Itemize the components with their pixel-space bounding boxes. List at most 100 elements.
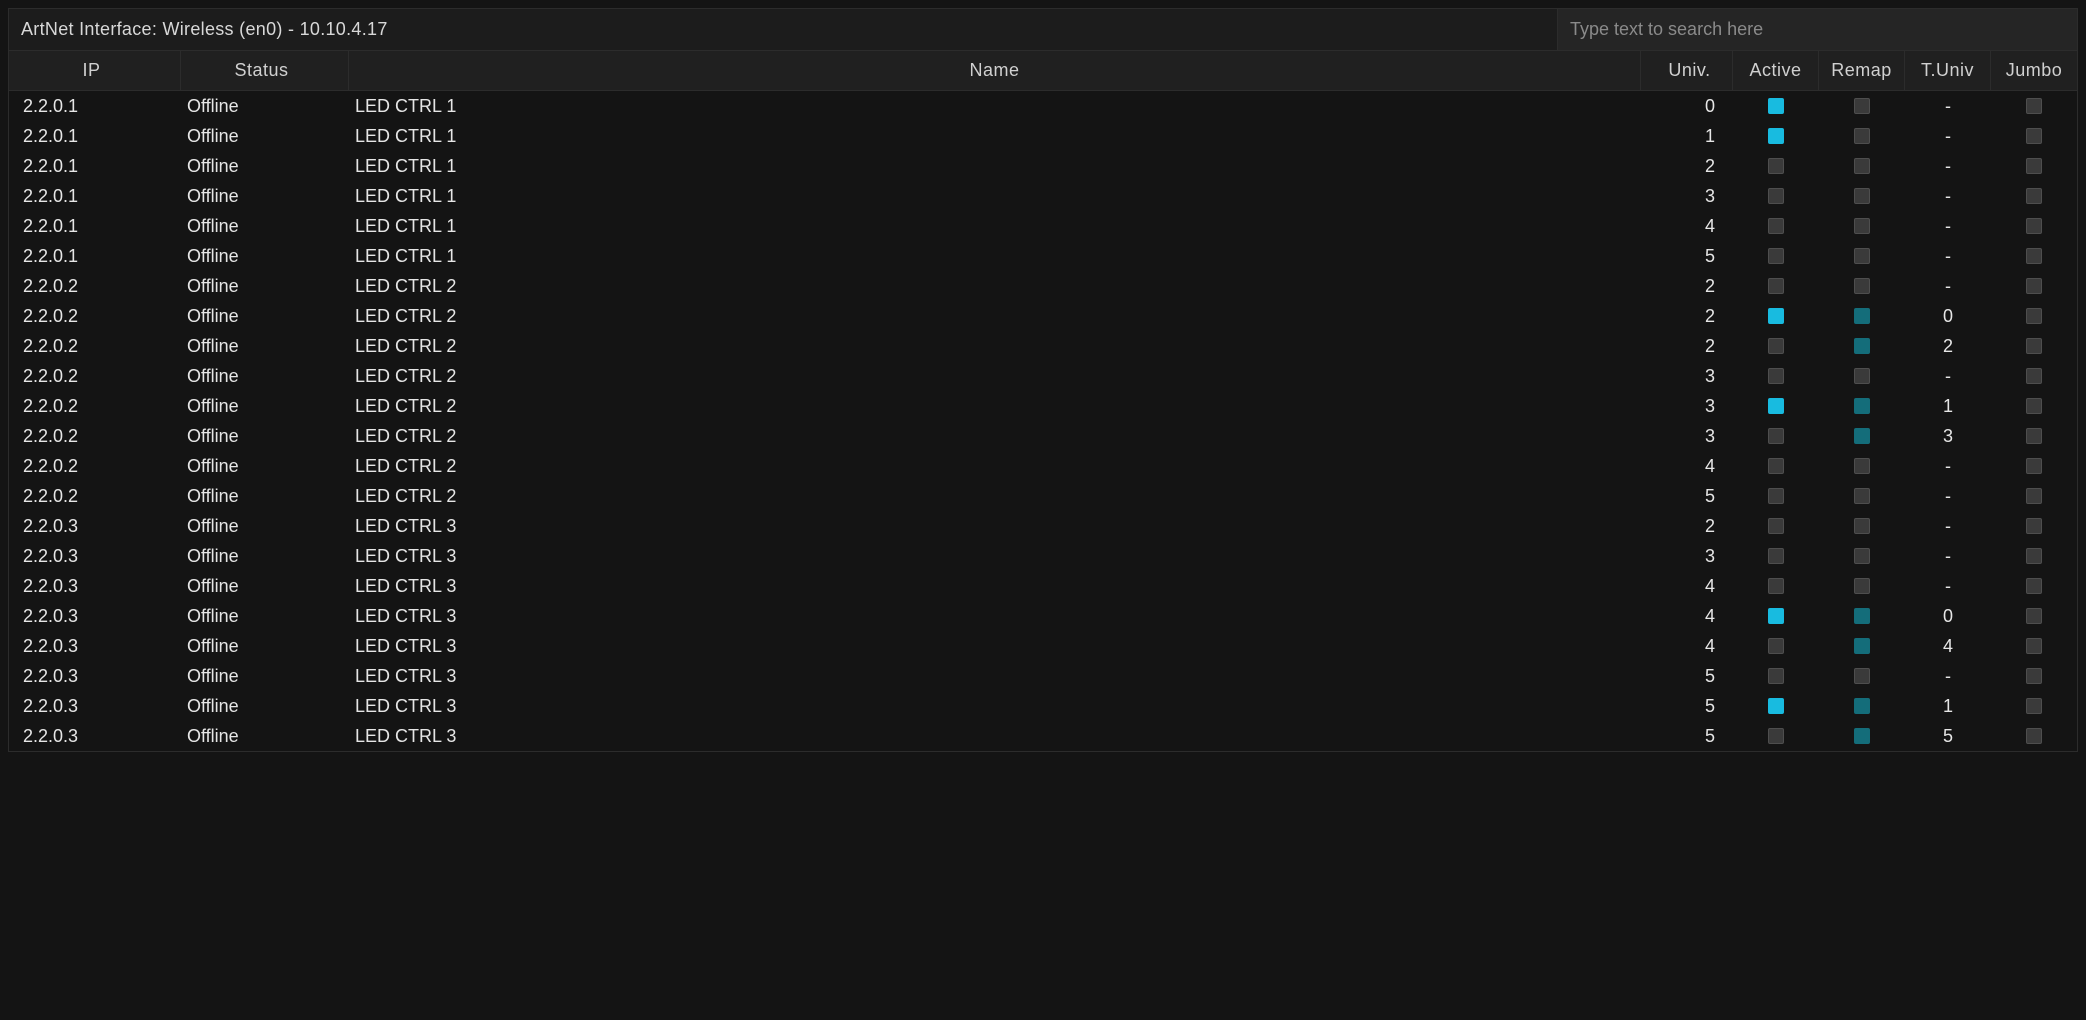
active-checkbox[interactable] (1768, 608, 1784, 624)
remap-checkbox[interactable] (1854, 338, 1870, 354)
jumbo-checkbox[interactable] (2026, 398, 2042, 414)
active-checkbox[interactable] (1768, 518, 1784, 534)
table-row[interactable]: 2.2.0.1OfflineLED CTRL 14- (9, 211, 2077, 241)
active-checkbox[interactable] (1768, 668, 1784, 684)
remap-checkbox[interactable] (1854, 428, 1870, 444)
jumbo-checkbox[interactable] (2026, 368, 2042, 384)
active-checkbox[interactable] (1768, 278, 1784, 294)
table-row[interactable]: 2.2.0.3OfflineLED CTRL 351 (9, 691, 2077, 721)
remap-checkbox[interactable] (1854, 278, 1870, 294)
active-checkbox[interactable] (1768, 728, 1784, 744)
remap-checkbox[interactable] (1854, 698, 1870, 714)
table-row[interactable]: 2.2.0.2OfflineLED CTRL 233 (9, 421, 2077, 451)
jumbo-checkbox[interactable] (2026, 308, 2042, 324)
active-checkbox[interactable] (1768, 488, 1784, 504)
active-checkbox[interactable] (1768, 398, 1784, 414)
table-row[interactable]: 2.2.0.3OfflineLED CTRL 340 (9, 601, 2077, 631)
col-ip[interactable]: IP (9, 51, 181, 90)
active-checkbox[interactable] (1768, 98, 1784, 114)
remap-checkbox[interactable] (1854, 98, 1870, 114)
col-status[interactable]: Status (181, 51, 349, 90)
table-row[interactable]: 2.2.0.3OfflineLED CTRL 32- (9, 511, 2077, 541)
jumbo-checkbox[interactable] (2026, 608, 2042, 624)
table-row[interactable]: 2.2.0.1OfflineLED CTRL 13- (9, 181, 2077, 211)
table-row[interactable]: 2.2.0.1OfflineLED CTRL 11- (9, 121, 2077, 151)
remap-checkbox[interactable] (1854, 188, 1870, 204)
active-checkbox[interactable] (1768, 428, 1784, 444)
table-row[interactable]: 2.2.0.3OfflineLED CTRL 355 (9, 721, 2077, 751)
jumbo-checkbox[interactable] (2026, 458, 2042, 474)
jumbo-checkbox[interactable] (2026, 728, 2042, 744)
jumbo-checkbox[interactable] (2026, 428, 2042, 444)
jumbo-checkbox[interactable] (2026, 278, 2042, 294)
active-checkbox[interactable] (1768, 158, 1784, 174)
jumbo-checkbox[interactable] (2026, 248, 2042, 264)
table-row[interactable]: 2.2.0.1OfflineLED CTRL 10- (9, 91, 2077, 121)
active-checkbox[interactable] (1768, 638, 1784, 654)
remap-checkbox[interactable] (1854, 308, 1870, 324)
active-checkbox[interactable] (1768, 458, 1784, 474)
table-row[interactable]: 2.2.0.3OfflineLED CTRL 34- (9, 571, 2077, 601)
table-row[interactable]: 2.2.0.2OfflineLED CTRL 25- (9, 481, 2077, 511)
active-cell (1733, 481, 1819, 511)
remap-checkbox[interactable] (1854, 638, 1870, 654)
jumbo-checkbox[interactable] (2026, 698, 2042, 714)
remap-checkbox[interactable] (1854, 158, 1870, 174)
jumbo-checkbox[interactable] (2026, 668, 2042, 684)
remap-checkbox[interactable] (1854, 728, 1870, 744)
jumbo-checkbox[interactable] (2026, 158, 2042, 174)
remap-checkbox[interactable] (1854, 548, 1870, 564)
table-row[interactable]: 2.2.0.3OfflineLED CTRL 33- (9, 541, 2077, 571)
remap-checkbox[interactable] (1854, 518, 1870, 534)
table-row[interactable]: 2.2.0.2OfflineLED CTRL 231 (9, 391, 2077, 421)
interface-title: ArtNet Interface: Wireless (en0) - 10.10… (9, 19, 1557, 40)
col-jumbo[interactable]: Jumbo (1991, 51, 2077, 90)
table-row[interactable]: 2.2.0.2OfflineLED CTRL 22- (9, 271, 2077, 301)
active-checkbox[interactable] (1768, 368, 1784, 384)
active-checkbox[interactable] (1768, 698, 1784, 714)
col-tuniv[interactable]: T.Univ (1905, 51, 1991, 90)
active-checkbox[interactable] (1768, 128, 1784, 144)
active-checkbox[interactable] (1768, 218, 1784, 234)
remap-checkbox[interactable] (1854, 608, 1870, 624)
jumbo-checkbox[interactable] (2026, 518, 2042, 534)
remap-checkbox[interactable] (1854, 398, 1870, 414)
col-name[interactable]: Name (349, 51, 1641, 90)
jumbo-checkbox[interactable] (2026, 98, 2042, 114)
jumbo-checkbox[interactable] (2026, 488, 2042, 504)
table-row[interactable]: 2.2.0.3OfflineLED CTRL 35- (9, 661, 2077, 691)
table-row[interactable]: 2.2.0.2OfflineLED CTRL 220 (9, 301, 2077, 331)
active-checkbox[interactable] (1768, 548, 1784, 564)
remap-checkbox[interactable] (1854, 458, 1870, 474)
active-checkbox[interactable] (1768, 308, 1784, 324)
jumbo-checkbox[interactable] (2026, 548, 2042, 564)
remap-checkbox[interactable] (1854, 368, 1870, 384)
cell-tuniv: - (1905, 571, 1991, 601)
jumbo-checkbox[interactable] (2026, 578, 2042, 594)
search-input[interactable] (1557, 9, 2077, 50)
active-checkbox[interactable] (1768, 188, 1784, 204)
remap-checkbox[interactable] (1854, 668, 1870, 684)
table-row[interactable]: 2.2.0.3OfflineLED CTRL 344 (9, 631, 2077, 661)
jumbo-checkbox[interactable] (2026, 188, 2042, 204)
remap-checkbox[interactable] (1854, 488, 1870, 504)
active-checkbox[interactable] (1768, 248, 1784, 264)
active-checkbox[interactable] (1768, 578, 1784, 594)
col-active[interactable]: Active (1733, 51, 1819, 90)
jumbo-checkbox[interactable] (2026, 638, 2042, 654)
table-row[interactable]: 2.2.0.2OfflineLED CTRL 23- (9, 361, 2077, 391)
table-row[interactable]: 2.2.0.1OfflineLED CTRL 15- (9, 241, 2077, 271)
table-row[interactable]: 2.2.0.1OfflineLED CTRL 12- (9, 151, 2077, 181)
remap-checkbox[interactable] (1854, 578, 1870, 594)
remap-checkbox[interactable] (1854, 248, 1870, 264)
remap-checkbox[interactable] (1854, 218, 1870, 234)
table-row[interactable]: 2.2.0.2OfflineLED CTRL 24- (9, 451, 2077, 481)
table-row[interactable]: 2.2.0.2OfflineLED CTRL 222 (9, 331, 2077, 361)
col-univ[interactable]: Univ. (1641, 51, 1733, 90)
jumbo-checkbox[interactable] (2026, 128, 2042, 144)
active-checkbox[interactable] (1768, 338, 1784, 354)
col-remap[interactable]: Remap (1819, 51, 1905, 90)
jumbo-checkbox[interactable] (2026, 218, 2042, 234)
remap-checkbox[interactable] (1854, 128, 1870, 144)
jumbo-checkbox[interactable] (2026, 338, 2042, 354)
